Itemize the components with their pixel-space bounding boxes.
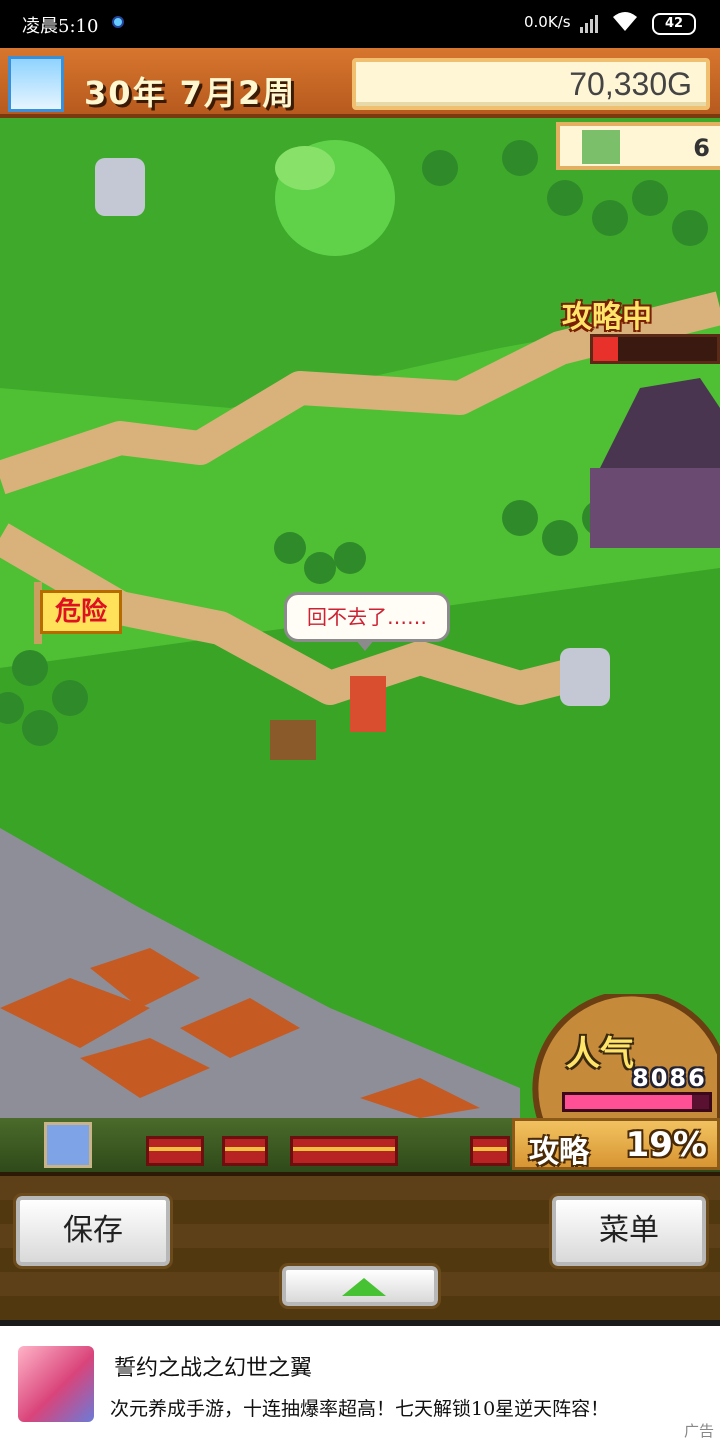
network-speed: 0.0K/s [524,13,571,31]
wifi-icon [613,12,637,31]
speech-bubble: 回不去了…… [284,592,450,651]
status-time: 凌晨5:10 [22,16,99,37]
conquest-value: 19% [625,1125,707,1165]
siege-progress-bar [590,334,720,364]
control-panel: 保存 菜单 [0,1172,720,1320]
status-bar: 凌晨5:10 0.0K/s 42 [0,0,720,48]
danger-flag-label: 危险 [40,590,122,634]
menu-button[interactable]: 菜单 [549,1193,709,1269]
ad-title[interactable]: 誓约之战之幻世之翼 [114,1350,312,1382]
hero-character [350,676,386,732]
town-counter[interactable]: 6 [556,122,720,170]
save-button[interactable]: 保存 [13,1193,173,1269]
treasure-chest-icon[interactable] [290,1136,398,1166]
popularity-bar [562,1092,712,1112]
battery-icon: 42 [652,13,696,35]
treasure-chest-icon[interactable] [222,1136,268,1166]
popularity-label: 人气 [566,1034,634,1074]
conquest-label: 攻略 [529,1135,589,1170]
ad-thumbnail[interactable] [18,1346,94,1422]
season-icon[interactable] [8,56,64,112]
golem-monster [560,648,610,706]
treasure-chest-icon[interactable] [146,1136,204,1166]
screen: 凌晨5:10 0.0K/s 42 30年 7月2周 70,330G 6 攻略中 … [0,0,720,1440]
expand-button[interactable] [279,1263,441,1309]
game-date: 30年 7月2周 [84,74,297,112]
conquest-progress: 攻略 19% [512,1118,720,1170]
treasure-chest-icon[interactable] [470,1136,510,1166]
notification-icon [112,16,124,28]
siege-progress-fill [593,337,618,361]
hero-portrait[interactable] [44,1122,92,1168]
popularity-value: 8086 [632,1064,707,1092]
top-hud: 30年 7月2周 70,330G [0,48,720,118]
town-icon [582,130,620,164]
pegasus-pet [270,720,316,760]
gold-value: 70,330G [569,66,692,102]
ad-tag: 广告 [683,1422,714,1440]
ad-banner[interactable]: 誓约之战之幻世之翼 次元养成手游，十连抽爆率超高！七天解锁10星逆天阵容！ 广告 [0,1320,720,1440]
danger-flag[interactable]: 危险 [30,582,122,644]
gold-display: 70,330G [352,58,710,110]
golem-monster [95,158,145,216]
town-count: 6 [693,134,710,162]
signal-icon [580,13,598,33]
ad-description[interactable]: 次元养成手游，十连抽爆率超高！七天解锁10星逆天阵容！ [110,1394,609,1421]
up-arrow-icon [342,1278,386,1296]
siege-status-label: 攻略中 [562,300,652,335]
game-view[interactable]: 30年 7月2周 70,330G 6 攻略中 危险 回不去了…… 人气 8086 [0,48,720,1320]
popularity-fill [565,1095,692,1109]
